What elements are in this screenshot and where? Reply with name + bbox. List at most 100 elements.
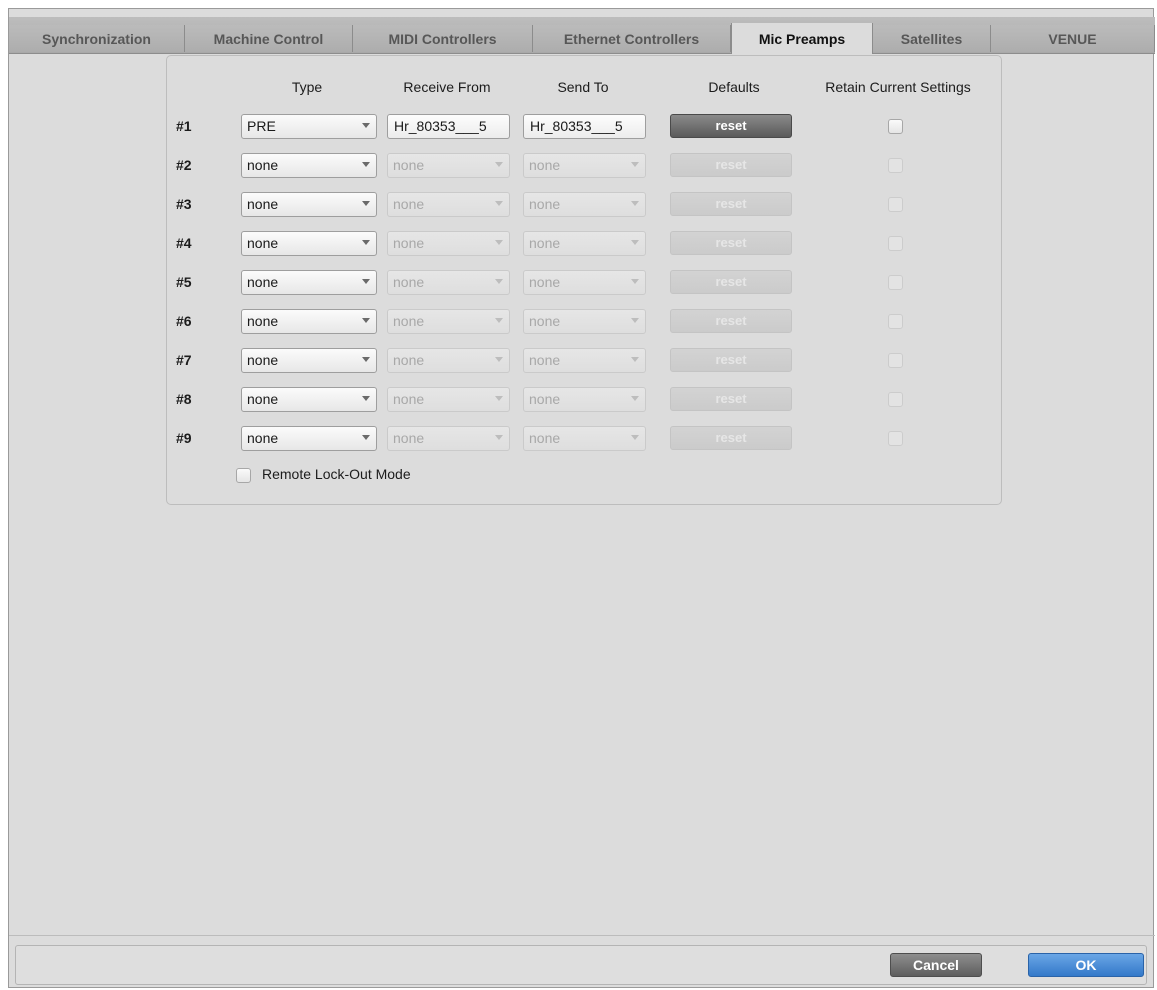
chevron-down-icon xyxy=(362,396,370,401)
receive-from-value: Hr_80353___5 xyxy=(394,118,487,134)
receive-from-select: none xyxy=(387,192,510,217)
chevron-down-icon xyxy=(631,279,639,284)
row-label: #1 xyxy=(176,118,192,134)
tab-venue[interactable]: VENUE xyxy=(991,25,1155,52)
send-to-value: none xyxy=(529,274,561,290)
peripherals-window: Synchronization Machine Control MIDI Contr… xyxy=(8,8,1155,988)
retain-settings-checkbox xyxy=(888,314,903,329)
chevron-down-icon xyxy=(362,123,370,128)
type-select[interactable]: none xyxy=(241,309,377,334)
type-select[interactable]: none xyxy=(241,231,377,256)
type-select[interactable]: none xyxy=(241,426,377,451)
send-to-value: none xyxy=(529,157,561,173)
receive-from-field[interactable]: Hr_80353___5 xyxy=(387,114,510,139)
send-to-select: none xyxy=(523,231,646,256)
retain-settings-checkbox xyxy=(888,431,903,446)
tab-midi-controllers[interactable]: MIDI Controllers xyxy=(353,25,533,52)
reset-button: reset xyxy=(670,348,792,372)
send-to-select: none xyxy=(523,270,646,295)
row-label: #4 xyxy=(176,235,192,251)
cancel-button[interactable]: Cancel xyxy=(890,953,982,977)
dialog-footer: Cancel OK xyxy=(15,945,1147,985)
type-select[interactable]: none xyxy=(241,348,377,373)
chevron-down-icon xyxy=(495,435,503,440)
type-value: none xyxy=(247,196,279,212)
receive-from-value: none xyxy=(393,352,425,368)
row-label: #3 xyxy=(176,196,192,212)
receive-from-select: none xyxy=(387,309,510,334)
retain-settings-checkbox xyxy=(888,158,903,173)
retain-settings-checkbox xyxy=(888,236,903,251)
mic-preamps-panel: Type Receive From Send To Defaults Retai… xyxy=(166,55,1002,505)
tab-ethernet-controllers[interactable]: Ethernet Controllers xyxy=(533,25,731,52)
chevron-down-icon xyxy=(495,162,503,167)
row-label: #5 xyxy=(176,274,192,290)
type-value: none xyxy=(247,430,279,446)
receive-from-value: none xyxy=(393,235,425,251)
type-value: none xyxy=(247,235,279,251)
receive-from-value: none xyxy=(393,157,425,173)
chevron-down-icon xyxy=(631,162,639,167)
tab-machine-control[interactable]: Machine Control xyxy=(185,25,353,52)
reset-button: reset xyxy=(670,309,792,333)
column-header-retain: Retain Current Settings xyxy=(825,79,971,95)
receive-from-value: none xyxy=(393,274,425,290)
send-to-field[interactable]: Hr_80353___5 xyxy=(523,114,646,139)
send-to-value: none xyxy=(529,391,561,407)
receive-from-select: none xyxy=(387,426,510,451)
remote-lockout-label: Remote Lock-Out Mode xyxy=(262,466,411,482)
row-label: #9 xyxy=(176,430,192,446)
send-to-select: none xyxy=(523,426,646,451)
chevron-down-icon xyxy=(631,396,639,401)
type-select[interactable]: PRE xyxy=(241,114,377,139)
send-to-select: none xyxy=(523,192,646,217)
retain-settings-checkbox xyxy=(888,392,903,407)
chevron-down-icon xyxy=(631,201,639,206)
receive-from-select: none xyxy=(387,231,510,256)
reset-button: reset xyxy=(670,192,792,216)
send-to-select: none xyxy=(523,153,646,178)
chevron-down-icon xyxy=(362,201,370,206)
chevron-down-icon xyxy=(495,279,503,284)
column-header-type: Type xyxy=(291,79,323,95)
type-value: none xyxy=(247,352,279,368)
receive-from-select: none xyxy=(387,270,510,295)
ok-button[interactable]: OK xyxy=(1028,953,1144,977)
chevron-down-icon xyxy=(362,240,370,245)
type-select[interactable]: none xyxy=(241,153,377,178)
type-value: none xyxy=(247,157,279,173)
send-to-select: none xyxy=(523,348,646,373)
chevron-down-icon xyxy=(495,201,503,206)
tab-mic-preamps[interactable]: Mic Preamps xyxy=(731,23,873,54)
reset-button: reset xyxy=(670,153,792,177)
reset-button[interactable]: reset xyxy=(670,114,792,138)
receive-from-value: none xyxy=(393,391,425,407)
type-select[interactable]: none xyxy=(241,192,377,217)
chevron-down-icon xyxy=(495,396,503,401)
receive-from-value: none xyxy=(393,313,425,329)
reset-button: reset xyxy=(670,426,792,450)
tab-satellites[interactable]: Satellites xyxy=(873,25,991,52)
type-select[interactable]: none xyxy=(241,270,377,295)
column-header-defaults: Defaults xyxy=(708,79,760,95)
retain-settings-checkbox xyxy=(888,275,903,290)
chevron-down-icon xyxy=(631,357,639,362)
type-select[interactable]: none xyxy=(241,387,377,412)
type-value: none xyxy=(247,274,279,290)
reset-button: reset xyxy=(670,270,792,294)
tab-synchronization[interactable]: Synchronization xyxy=(9,25,185,52)
chevron-down-icon xyxy=(362,318,370,323)
receive-from-select: none xyxy=(387,153,510,178)
send-to-value: none xyxy=(529,196,561,212)
chevron-down-icon xyxy=(631,318,639,323)
receive-from-select: none xyxy=(387,387,510,412)
send-to-value: none xyxy=(529,235,561,251)
receive-from-value: none xyxy=(393,196,425,212)
reset-button: reset xyxy=(670,387,792,411)
remote-lockout-checkbox[interactable] xyxy=(236,468,251,483)
send-to-select: none xyxy=(523,387,646,412)
receive-from-value: none xyxy=(393,430,425,446)
reset-button: reset xyxy=(670,231,792,255)
type-value: none xyxy=(247,313,279,329)
retain-settings-checkbox[interactable] xyxy=(888,119,903,134)
